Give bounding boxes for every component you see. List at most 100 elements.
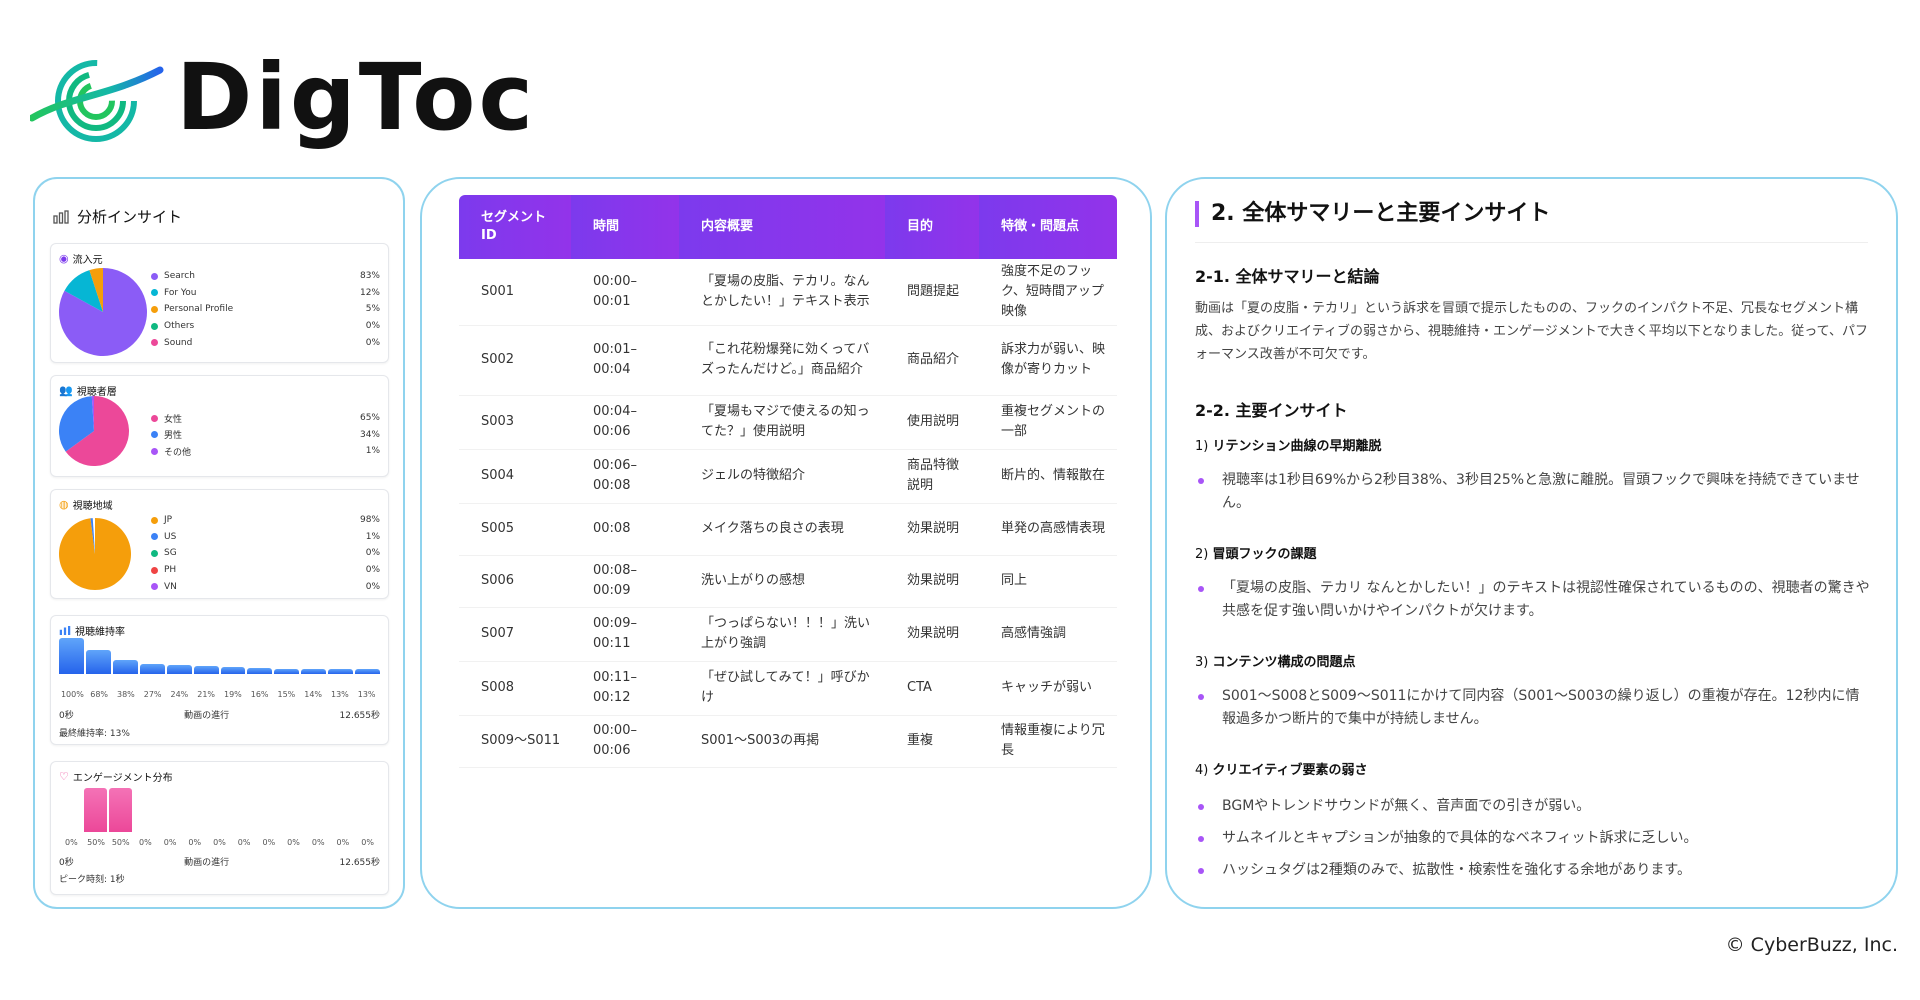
divider [1195,242,1868,243]
cell-time: 00:08–00:09 [571,555,679,608]
engagement-pct-label: 0% [139,838,152,847]
cell-segment-id: S009〜S011 [459,715,571,768]
engagement-pct-label: 0% [287,838,300,847]
insight-3-bullet: S001〜S008とS009〜S011にかけて同内容（S001〜S003の繰り返… [1198,685,1870,731]
legend-label: その他 [164,447,192,458]
cell-purpose: 重複 [885,715,979,768]
retention-bar [220,667,246,674]
cell-summary: 「ぜひ試してみて！」呼びかけ [679,661,885,716]
retention-footer: 最終維持率: 13% [59,729,130,739]
cell-segment-id: S003 [459,395,571,450]
legend-item: Sound 0% [151,334,380,351]
legend-value: 0% [365,321,380,332]
legend-dot [151,322,158,330]
legend-label: SG [164,548,177,559]
heart-icon: ♡ [59,770,69,783]
table-body: S001 00:00–00:01 「夏場の皮脂、テカリ。なんとかしたい！」テキスト表… [459,259,1117,768]
legend-label: PH [164,565,177,576]
cell-time: 00:00–00:01 [571,259,679,326]
cell-time: 00:11–00:12 [571,661,679,716]
cell-purpose: 商品紹介 [885,325,979,396]
cell-purpose: 効果説明 [885,555,979,608]
engagement-pct-label: 0% [64,838,78,847]
retention-bar [166,665,192,674]
cell-purpose: 効果説明 [885,607,979,662]
table-row: S001 00:00–00:01 「夏場の皮脂、テカリ。なんとかしたい！」テキスト表… [459,259,1117,326]
cell-issues: 情報重複により冗長 [979,715,1117,768]
legend-item: Others 0% [151,318,380,335]
insight-2-heading: 2) 冒頭フックの課題 [1195,547,1317,562]
legend-value: 34% [359,429,380,440]
retention-pct-label: 14% [304,690,323,699]
legend-item: VN 0% [151,578,380,595]
engagement-pct-label: 0% [311,838,325,847]
engagement-pct-label: 0% [262,838,276,847]
summary-panel: 2. 全体サマリーと主要インサイト 2-1. 全体サマリーと結論 動画は「夏の皮… [1165,177,1898,909]
table-row: S006 00:08–00:09 洗い上がりの感想 効果説明 同上 [459,555,1117,608]
legend-item: US 1% [151,529,380,546]
eye-icon: ◉ [59,252,69,265]
legend-dot [151,447,158,455]
retention-pct-label: 16% [250,690,269,699]
retention-pct-label: 13% [357,690,376,699]
bar-chart-icon [53,209,69,224]
table-row: S002 00:01–00:04 「これ花粉爆発に効くってバズったんだけど。」商品紹… [459,325,1117,396]
insight-4-heading: 4) クリエイティブ要素の弱さ [1195,763,1368,778]
retention-bar [301,668,327,674]
retention-bar [112,660,138,674]
table-header-row: セグメントID 時間 内容概要 目的 特徴・問題点 [459,195,1117,259]
retention-axis: 0秒 動画の進行 12.655秒 [59,711,380,721]
retention-pct-label: 27% [143,690,162,699]
legend-item: PH 0% [151,562,380,579]
legend-dot [151,516,158,524]
cell-segment-id: S008 [459,661,571,716]
cell-segment-id: S004 [459,449,571,504]
cell-time: 00:08 [571,503,679,556]
cell-segment-id: S002 [459,325,571,396]
insight-1-heading: 1) リテンション曲線の早期離脱 [1195,439,1382,454]
cell-time: 00:00–00:06 [571,715,679,768]
engagement-pct-label: 0% [163,838,177,847]
retention-bar [59,638,84,674]
audience-card: 👥 視聴者層 女性 65% 男性 34% その他 1% [50,375,389,477]
cell-purpose: 効果説明 [885,503,979,556]
segment-table-panel: セグメントID 時間 内容概要 目的 特徴・問題点 S001 00:00–00:0… [420,177,1152,909]
region-legend: JP 98% US 1% SG 0% PH 0% VN 0% [151,512,380,595]
cell-segment-id: S001 [459,259,571,326]
table-row: S005 00:08 メイク落ちの良さの表現 効果説明 単発の高感情表現 [459,503,1117,556]
legend-dot [151,414,158,422]
retention-bar [355,669,381,674]
panel-title-text: 分析インサイト [77,208,183,226]
retention-pct-label: 19% [223,690,242,699]
audience-pie-chart [59,396,129,466]
cell-time: 00:09–00:11 [571,607,679,662]
legend-dot [151,431,158,439]
cell-summary: 洗い上がりの感想 [679,555,885,608]
cell-issues: キャッチが弱い [979,661,1117,716]
legend-label: 男性 [164,431,183,442]
retention-pct-label: 13% [330,690,349,699]
retention-bar [85,649,111,674]
engagement-pct-label: 50% [87,838,105,847]
retention-pct-label: 38% [116,690,135,699]
engagement-pct-label: 0% [336,838,350,847]
cell-segment-id: S006 [459,555,571,608]
legend-dot [151,339,158,347]
retention-bar [328,669,354,674]
overall-summary-text: 動画は「夏の皮脂・テカリ」という訴求を冒頭で提示したものの、フックのインパクト不… [1195,301,1869,362]
engagement-bar [83,788,107,832]
segment-table: セグメントID 時間 内容概要 目的 特徴・問題点 S001 00:00–00:0… [459,195,1117,768]
engagement-pct-label: 0% [361,838,374,847]
legend-value: 83% [359,271,380,282]
legend-value: 1% [365,531,380,542]
panel-title: 分析インサイト [53,206,182,227]
legend-item: その他 1% [151,443,380,460]
retention-card-title: 視聴維持率 [59,623,125,638]
legend-dot [151,566,158,574]
legend-label: For You [164,287,197,298]
insight-4-bullet-1: BGMやトレンドサウンドが無く、音声面での引きが弱い。 [1198,795,1870,818]
cell-time: 00:04–00:06 [571,395,679,450]
retention-bar [274,668,300,674]
cell-purpose: 使用説明 [885,395,979,450]
legend-item: For You 12% [151,285,380,302]
